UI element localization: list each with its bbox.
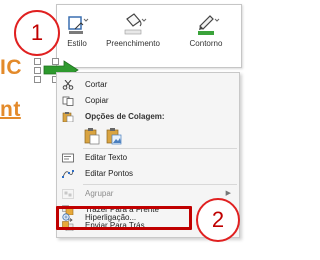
outline-button-label: Contorno [189,39,223,48]
step-callout-1: 1 [14,10,60,56]
shape-style-icon [68,16,89,34]
paste-picture-button[interactable] [105,127,123,145]
style-button-label: Estilo [67,39,87,48]
copy-icon [62,96,74,106]
menu-item-copy[interactable]: Copiar [57,93,239,109]
menu-item-edit-text[interactable]: Editar Texto [57,150,239,166]
menu-item-paste-options: Opções de Colagem: [57,109,239,125]
menu-item-label: Editar Texto [85,153,128,162]
mini-style-toolbar: Estilo Preenchimento Contorno [56,4,242,68]
resize-handle[interactable] [34,67,41,74]
fill-button-label: Preenchimento [106,39,160,48]
menu-item-hyperlink[interactable]: Hiperligação... [57,210,183,226]
scissors-icon [62,80,74,90]
outline-pen-icon [198,15,220,35]
edit-text-icon [62,153,74,163]
hyperlink-icon [62,213,73,222]
menu-item-label: Copiar [85,96,109,105]
slide-text-fragment-1: IC [0,56,22,79]
slide-text-fragment-2: nt [0,98,21,121]
resize-handle[interactable] [34,58,41,65]
fill-button[interactable]: Preenchimento [93,11,173,48]
step-callout-2: 2 [196,198,240,242]
menu-separator [83,184,237,185]
menu-separator [83,148,237,149]
resize-handle[interactable] [34,76,41,83]
menu-item-label: Agrupar [85,189,114,198]
clipboard-icon [62,112,74,122]
paste-options-heading: Opções de Colagem: [85,112,165,121]
menu-item-edit-points[interactable]: Editar Pontos [57,166,239,182]
paste-keep-formatting-button[interactable] [83,127,101,145]
edit-points-icon [62,170,74,178]
menu-item-label: Cortar [85,80,108,89]
paste-picture-icon [106,128,122,145]
style-button[interactable]: Estilo [61,11,93,48]
menu-item-cut[interactable]: Cortar [57,77,239,93]
group-icon [62,189,74,199]
outline-button[interactable]: Contorno [171,11,241,48]
menu-item-label: Hiperligação... [85,213,137,222]
fill-bucket-icon [124,13,147,35]
menu-item-label: Editar Pontos [85,169,134,178]
paste-clipboard-icon [84,128,100,145]
